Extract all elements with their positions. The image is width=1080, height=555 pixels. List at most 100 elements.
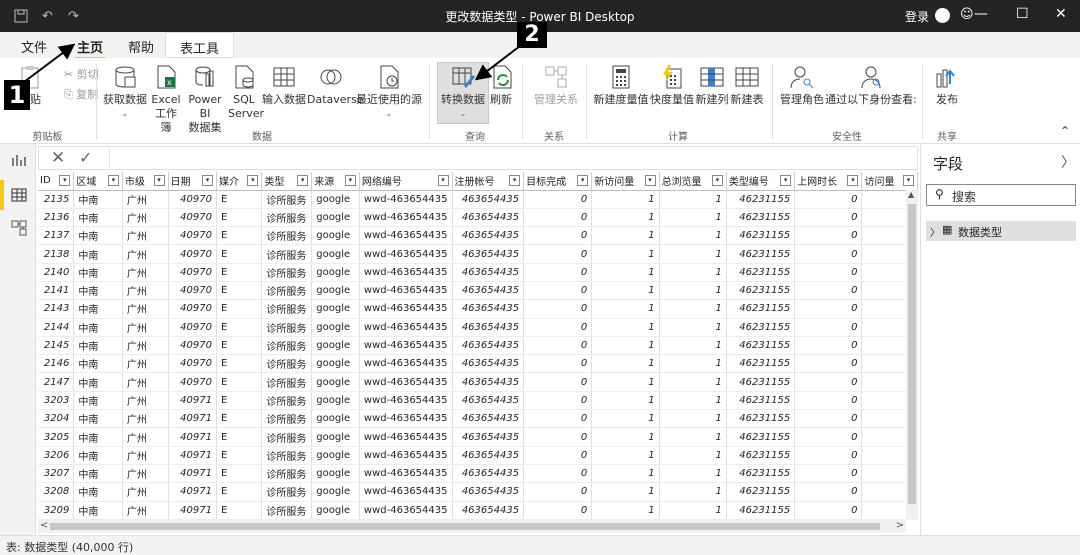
table-cell[interactable]: 诊所服务: [261, 281, 313, 301]
table-cell[interactable]: 广州: [122, 226, 169, 246]
close-button[interactable]: ✕: [1055, 6, 1067, 22]
table-cell[interactable]: E: [216, 446, 263, 465]
table-cell[interactable]: 3205: [38, 427, 75, 447]
table-cell[interactable]: 中南: [73, 318, 123, 337]
table-cell[interactable]: 诊所服务: [261, 501, 313, 520]
table-cell[interactable]: wwd-463654435: [359, 208, 453, 228]
table-cell[interactable]: wwd-463654435: [359, 281, 453, 301]
table-cell[interactable]: 463654435: [452, 263, 525, 282]
table-cell[interactable]: 广州: [122, 464, 169, 484]
table-cell[interactable]: 0: [794, 190, 863, 209]
table-cell[interactable]: 0: [794, 318, 863, 337]
table-cell[interactable]: E: [216, 208, 263, 228]
table-cell[interactable]: 1: [659, 391, 727, 411]
horizontal-scroll-thumb[interactable]: [50, 523, 880, 530]
table-cell[interactable]: 0: [794, 336, 863, 356]
vertical-scrollbar[interactable]: ▲: [906, 190, 918, 520]
column-header[interactable]: 访问量 ▾: [861, 172, 918, 191]
table-cell[interactable]: 诊所服务: [261, 318, 313, 337]
table-cell[interactable]: 诊所服务: [261, 208, 313, 228]
table-cell[interactable]: 463654435: [452, 190, 525, 209]
table-cell[interactable]: E: [216, 190, 263, 209]
table-cell[interactable]: 诊所服务: [261, 427, 313, 447]
table-cell[interactable]: 中南: [73, 226, 123, 246]
table-cell[interactable]: wwd-463654435: [359, 190, 453, 209]
table-cell[interactable]: 1: [591, 226, 660, 246]
table-cell[interactable]: 中南: [73, 501, 123, 520]
table-cell[interactable]: google: [311, 318, 360, 337]
table-cell[interactable]: 中南: [73, 281, 123, 301]
table-cell[interactable]: 46231155: [726, 336, 796, 356]
table-cell[interactable]: 1: [659, 354, 727, 374]
column-filter-icon[interactable]: ▾: [437, 175, 449, 186]
table-cell[interactable]: google: [311, 446, 360, 465]
table-cell[interactable]: 0: [794, 263, 863, 282]
table-cell[interactable]: 广州: [122, 391, 169, 411]
table-row[interactable]: 2140 中南 广州 40970 E 诊所服务 google wwd-463654435 463…: [38, 263, 918, 282]
table-cell[interactable]: 0: [794, 409, 863, 429]
table-cell[interactable]: 3204: [38, 409, 75, 429]
table-cell[interactable]: 1: [591, 244, 660, 264]
table-cell[interactable]: 463654435: [452, 226, 525, 246]
table-cell[interactable]: 40970: [168, 318, 217, 337]
table-cell[interactable]: 46231155: [726, 263, 796, 282]
column-header[interactable]: 区域 ▾: [73, 172, 123, 191]
table-cell[interactable]: google: [311, 482, 360, 502]
table-cell[interactable]: 1: [591, 427, 660, 447]
table-cell[interactable]: wwd-463654435: [359, 427, 453, 447]
table-cell[interactable]: 0: [523, 318, 593, 337]
new-column-button[interactable]: 新建列: [695, 62, 729, 107]
maximize-button[interactable]: ☐: [1016, 6, 1029, 22]
table-row[interactable]: 2141 中南 广州 40970 E 诊所服务 google wwd-463654435 463…: [38, 281, 918, 301]
table-cell[interactable]: 诊所服务: [261, 482, 313, 502]
table-cell[interactable]: 中南: [73, 263, 123, 282]
table-cell[interactable]: 中南: [73, 299, 123, 319]
table-cell[interactable]: 0: [794, 464, 863, 484]
table-cell[interactable]: wwd-463654435: [359, 391, 453, 411]
collapse-pane-icon[interactable]: 〉: [1061, 152, 1075, 172]
table-cell[interactable]: 广州: [122, 281, 169, 301]
data-view-icon[interactable]: [11, 187, 27, 203]
table-cell[interactable]: 2145: [38, 336, 75, 356]
table-cell[interactable]: 2136: [38, 208, 75, 228]
table-cell[interactable]: 463654435: [452, 208, 525, 228]
table-cell[interactable]: 1: [591, 318, 660, 337]
table-cell[interactable]: 2147: [38, 372, 75, 392]
table-cell[interactable]: E: [216, 244, 263, 264]
column-header[interactable]: 目标完成 ▾: [523, 172, 593, 191]
scroll-left-icon[interactable]: <: [40, 520, 48, 531]
transform-data-button[interactable]: 转换数据 ⌄: [437, 62, 489, 121]
table-cell[interactable]: 中南: [73, 482, 123, 502]
table-cell[interactable]: 1: [591, 190, 660, 209]
table-cell[interactable]: 2135: [38, 190, 75, 209]
table-cell[interactable]: 1: [659, 464, 727, 484]
table-cell[interactable]: google: [311, 244, 360, 264]
table-cell[interactable]: 46231155: [726, 299, 796, 319]
table-row[interactable]: 3209 中南 广州 40971 E 诊所服务 google wwd-463654435 463…: [38, 501, 918, 520]
table-cell[interactable]: 463654435: [452, 409, 525, 429]
table-cell[interactable]: 3206: [38, 446, 75, 465]
table-cell[interactable]: 中南: [73, 464, 123, 484]
table-row[interactable]: 2146 中南 广州 40970 E 诊所服务 google wwd-463654435 463…: [38, 354, 918, 374]
table-cell[interactable]: 2143: [38, 299, 75, 319]
table-cell[interactable]: 中南: [73, 244, 123, 264]
table-cell[interactable]: 2144: [38, 318, 75, 337]
table-cell[interactable]: 诊所服务: [261, 446, 313, 465]
table-cell[interactable]: 中南: [73, 409, 123, 429]
table-cell[interactable]: wwd-463654435: [359, 464, 453, 484]
tab-table-tools[interactable]: 表工具: [165, 32, 235, 58]
table-cell[interactable]: E: [216, 226, 263, 246]
new-measure-button[interactable]: 新建度量值: [592, 62, 650, 107]
table-cell[interactable]: 40971: [168, 482, 217, 502]
table-cell[interactable]: wwd-463654435: [359, 318, 453, 337]
table-cell[interactable]: 1: [659, 409, 727, 429]
table-cell[interactable]: E: [216, 318, 263, 337]
table-cell[interactable]: google: [311, 464, 360, 484]
scroll-right-icon[interactable]: >: [896, 520, 904, 531]
table-cell[interactable]: 广州: [122, 427, 169, 447]
table-cell[interactable]: 广州: [122, 501, 169, 520]
avatar[interactable]: [935, 8, 950, 23]
table-row[interactable]: 3204 中南 广州 40971 E 诊所服务 google wwd-463654435 463…: [38, 409, 918, 429]
table-cell[interactable]: 2140: [38, 263, 75, 282]
table-cell[interactable]: 3209: [38, 501, 75, 520]
